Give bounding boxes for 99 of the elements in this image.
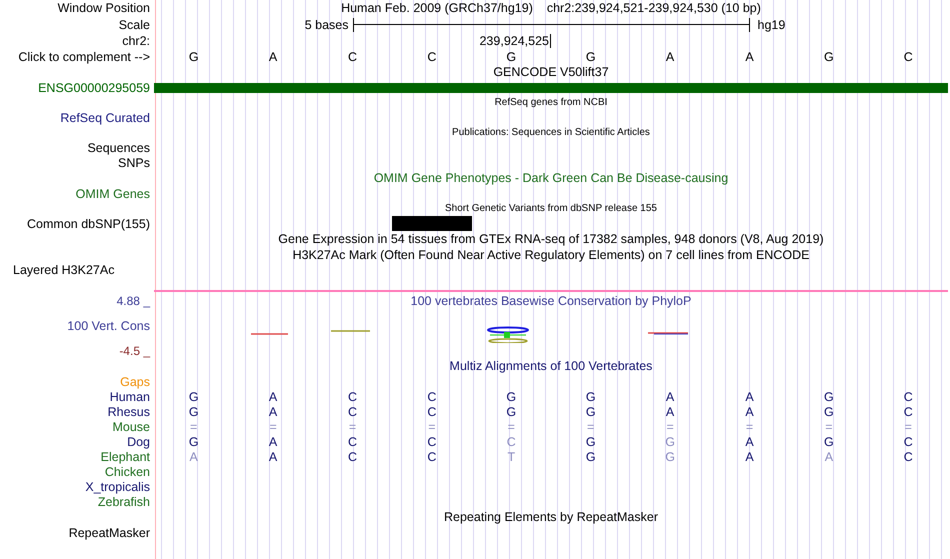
alignment-base: A (268, 434, 278, 448)
track-label[interactable]: RepeatMasker (68, 526, 150, 540)
base-letter[interactable]: G (188, 50, 199, 64)
gene-bar[interactable] (154, 82, 948, 92)
alignment-base: G (665, 450, 675, 464)
alignment-base: = (825, 420, 833, 434)
assembly-text: hg19 (758, 18, 786, 32)
alignment-base: = (746, 420, 754, 434)
track-caption: Publications: Sequences in Scientific Articles (452, 127, 650, 138)
species-label[interactable]: X_tropicalis (85, 480, 150, 494)
base-letter[interactable]: A (666, 50, 674, 64)
position-text: Human Feb. 2009 (GRCh37/hg19) (341, 1, 533, 15)
track-label[interactable]: Layered H3K27Ac (13, 263, 114, 277)
alignment-base: = (348, 420, 356, 434)
track-caption: Short Genetic Variants from dbSNP release 155 (445, 203, 657, 214)
species-label[interactable]: Zebrafish (98, 494, 150, 508)
alignment-base: C (427, 390, 436, 404)
alignment-base: A (268, 404, 278, 418)
alignment-base: A (190, 450, 198, 464)
track-title: Repeating Elements by RepeatMasker (444, 510, 658, 524)
track-label[interactable]: Common dbSNP(155) (27, 216, 150, 230)
species-label[interactable]: Chicken (104, 464, 150, 478)
base-letter[interactable]: G (586, 50, 596, 64)
base-letter[interactable]: A (268, 50, 278, 64)
alignment-base: C (348, 434, 357, 448)
alignment-base: C (348, 450, 357, 464)
alignment-base: = (428, 420, 436, 434)
alignment-base: A (745, 450, 754, 464)
alignment-base: C (427, 450, 436, 464)
species-label[interactable]: Dog (127, 434, 150, 448)
coordinate-text: 239,924,525 (479, 34, 551, 48)
base-letter[interactable]: C (904, 50, 913, 64)
alignment-base: C (904, 450, 913, 464)
alignment-base: A (745, 404, 754, 418)
alignment-base: C (348, 404, 357, 418)
position-text: chr2:239,924,521-239,924,530 (10 bp) (546, 1, 761, 15)
base-letter[interactable]: C (348, 50, 357, 64)
alignment-base: G (188, 434, 199, 448)
alignment-base: G (586, 390, 596, 404)
track-label: chr2: (122, 34, 150, 48)
axis-min-label: -4.5 _ (119, 344, 150, 358)
track-label: Scale (118, 18, 150, 32)
track-title: H3K27Ac Mark (Often Found Near Active Regulatory Elements) on 7 cell lines from ENCODE (292, 248, 810, 262)
alignment-base: = (904, 420, 912, 434)
alignment-base: C (506, 434, 516, 448)
alignment-base: G (824, 404, 834, 418)
species-label[interactable]: Rhesus (108, 404, 150, 418)
track-title: Multiz Alignments of 100 Vertebrates (450, 359, 652, 373)
alignment-base: A (268, 390, 278, 404)
axis-max-label: 4.88 _ (116, 294, 150, 308)
alignment-base: G (586, 404, 596, 418)
alignment-base: C (348, 390, 357, 404)
alignment-base: A (745, 390, 754, 404)
alignment-base: G (586, 434, 596, 448)
alignment-base: G (188, 390, 199, 404)
alignment-base: A (666, 390, 674, 404)
alignment-base: G (665, 434, 675, 448)
alignment-base: C (904, 434, 913, 448)
base-letter[interactable]: G (506, 50, 516, 64)
alignment-base: C (427, 404, 436, 418)
scale-text: 5 bases (304, 18, 348, 32)
track-title: OMIM Gene Phenotypes - Dark Green Can Be Disease-causing (374, 171, 728, 185)
alignment-base: G (506, 404, 516, 418)
alignment-base: G (824, 434, 834, 448)
track-label: Window Position (58, 1, 150, 15)
track-title: Gene Expression in 54 tissues from GTEx RNA-seq of 17382 samples, 948 donors (V8, Aug 2019) (278, 232, 824, 246)
species-label[interactable]: Mouse (112, 420, 150, 434)
alignment-base: G (586, 450, 596, 464)
alignment-base: T (507, 450, 516, 464)
alignment-base: C (427, 434, 436, 448)
alignment-base: = (269, 420, 277, 434)
alignment-base: = (666, 420, 674, 434)
alignment-base: G (824, 390, 834, 404)
alignment-base: A (666, 404, 674, 418)
alignment-base: A (745, 434, 754, 448)
track-label[interactable]: OMIM Genes (76, 186, 150, 200)
alignment-base: C (904, 390, 913, 404)
track-title: GENCODE V50lift37 (493, 65, 609, 79)
track-label[interactable]: SNPs (118, 156, 150, 170)
alignment-base: = (508, 420, 515, 434)
track-title: 100 vertebrates Basewise Conservation by PhyloP (410, 294, 692, 308)
base-letter[interactable]: C (427, 50, 436, 64)
alignment-base: = (587, 420, 594, 434)
species-label[interactable]: Human (110, 390, 150, 404)
alignment-base: G (506, 390, 516, 404)
alignment-base: C (904, 404, 913, 418)
track-label[interactable]: Sequences (87, 140, 150, 154)
alignment-base: A (268, 450, 278, 464)
base-letter[interactable]: A (745, 50, 754, 64)
alignment-base: A (824, 450, 834, 464)
track-label[interactable]: 100 Vert. Cons (67, 319, 150, 333)
alignment-base: = (190, 420, 198, 434)
complement-link[interactable]: Click to complement --> (18, 50, 150, 64)
alignment-base: G (188, 404, 199, 418)
base-letter[interactable]: G (824, 50, 834, 64)
track-label[interactable]: RefSeq Curated (60, 110, 150, 124)
species-label[interactable]: Elephant (100, 450, 150, 464)
track-label[interactable]: ENSG00000295059 (38, 80, 150, 94)
track-caption: RefSeq genes from NCBI (494, 97, 608, 108)
